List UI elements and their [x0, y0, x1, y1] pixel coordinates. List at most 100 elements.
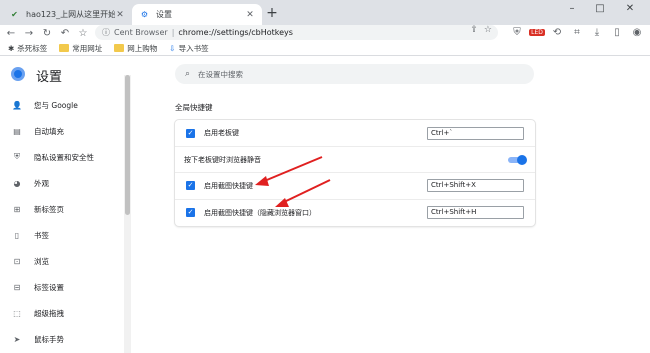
sidebar-item-label: 自动填充	[34, 126, 64, 136]
screenshot-hotkey-input[interactable]: Ctrl+Shift+X	[427, 179, 524, 192]
gear-icon: ⚙	[140, 10, 149, 19]
crop-icon[interactable]: ⌗	[570, 25, 584, 39]
sidebar-item-label: 超级拖拽	[34, 308, 64, 318]
bookmark-common-sites[interactable]: 常用网址	[59, 43, 102, 54]
bookmark-label: 导入书签	[178, 43, 209, 53]
section-title: 全局快捷键	[175, 103, 213, 112]
back-icon[interactable]: ←	[4, 26, 18, 40]
row-mute-on-boss-key: 按下老板键时浏览器静音	[175, 146, 535, 172]
new-tab-button[interactable]: +	[264, 5, 280, 21]
cent-browser-logo-icon	[11, 67, 25, 81]
omnibox-actions: ⇪ ☆	[470, 25, 492, 35]
sidebar-item-label: 外观	[34, 178, 49, 188]
row-label: 启用老板键	[204, 129, 239, 137]
sidebar-item-label: 标签设置	[34, 282, 64, 292]
settings-search-input[interactable]: ⌕ 在设置中搜索	[175, 64, 534, 84]
sidebar-item-label: 浏览	[34, 256, 49, 266]
sidebar-item-label: 鼠标手势	[34, 334, 64, 344]
drag-icon: ⬚	[13, 308, 21, 318]
bookmark-kill-tab[interactable]: ✱ 杀死标签	[8, 43, 47, 54]
download-icon[interactable]: ⤓	[590, 25, 604, 39]
shield-extension-icon[interactable]: ⛨	[510, 25, 524, 39]
row-label: 按下老板键时浏览器静音	[184, 155, 261, 164]
browse-icon: ⊡	[13, 256, 21, 266]
folder-icon	[114, 44, 125, 52]
minimize-icon[interactable]: –	[562, 3, 582, 14]
toolbar: ← → ↻ ↶ ☆ ⓘ Cent Browser | chrome://sett…	[0, 25, 650, 41]
sidebar-toggle-icon[interactable]: ▯	[610, 25, 624, 39]
bookmark-label: 网上购物	[127, 43, 158, 53]
hotkeys-card: ✓ 启用老板键 Ctrl+` 按下老板键时浏览器静音 ✓ 启用截图快捷键 Ctr…	[175, 120, 535, 226]
row-boss-key: ✓ 启用老板键 Ctrl+`	[175, 120, 535, 146]
sidebar-item-privacy[interactable]: ⛨ 隐私设置和安全性	[0, 145, 124, 169]
sidebar-item-mouse-gestures[interactable]: ➤ 鼠标手势	[0, 327, 124, 351]
sidebar-item-browse[interactable]: ⊡ 浏览	[0, 249, 124, 273]
row-screenshot-hotkey: ✓ 启用截图快捷键 Ctrl+Shift+X	[175, 172, 535, 198]
rotate-icon[interactable]: ⟲	[550, 25, 564, 39]
address-bar[interactable]: ⓘ Cent Browser | chrome://settings/cbHot…	[95, 25, 498, 40]
info-icon[interactable]: ⓘ	[101, 26, 111, 40]
hao123-favicon-icon: ✔	[11, 10, 18, 19]
bookmark-star-icon[interactable]: ☆	[484, 25, 492, 35]
screenshot-hotkey-checkbox[interactable]: ✓	[186, 181, 195, 190]
extension-badge: LED	[529, 28, 545, 36]
address-host: Cent Browser	[114, 28, 168, 37]
sidebar-item-label: 隐私设置和安全性	[34, 152, 94, 162]
sidebar-item-appearance[interactable]: ◕ 外观	[0, 171, 124, 195]
bookmark-import[interactable]: ⇩ 导入书签	[169, 43, 208, 54]
import-icon: ⇩	[169, 43, 176, 53]
boss-key-hotkey-input[interactable]: Ctrl+`	[427, 126, 524, 140]
sidebar-item-tab-settings[interactable]: ⊟ 标签设置	[0, 275, 124, 299]
forward-icon[interactable]: →	[22, 26, 36, 40]
tab-strip: ✔ hao123_上网从这里开始 ✕ ⚙ 设置 ✕ + – □ ✕	[0, 0, 650, 25]
address-separator: |	[171, 28, 175, 37]
sidebar-item-you-and-google[interactable]: 👤 您与 Google	[0, 93, 124, 117]
extension-area: ⛨ LED ⟲ ⌗ ⤓ ▯ ◉ ⋮	[510, 25, 650, 39]
sidebar-item-new-tab-page[interactable]: ⊞ 新标签页	[0, 197, 124, 221]
shield-icon: ⛨	[14, 152, 20, 161]
settings-header: 设置 ⌕ 在设置中搜索	[0, 56, 650, 93]
tab-close-icon[interactable]: ✕	[245, 10, 255, 20]
tab-close-icon[interactable]: ✕	[115, 10, 125, 20]
palette-icon: ◕	[13, 178, 21, 188]
clipboard-icon: ▤	[13, 126, 21, 136]
address-url: chrome://settings/cbHotkeys	[178, 28, 293, 37]
reload-icon[interactable]: ↻	[40, 26, 54, 40]
page-title: 设置	[36, 70, 63, 85]
star-icon[interactable]: ☆	[76, 26, 90, 40]
bookmark-label: 常用网址	[72, 43, 103, 53]
bookmark-shopping[interactable]: 网上购物	[114, 43, 157, 54]
sidebar-item-label: 书签	[34, 230, 49, 240]
row-label: 启用截图快捷键（隐藏浏览器窗口）	[204, 208, 316, 217]
bookmark-icon: ▯	[14, 230, 20, 240]
folder-icon	[59, 44, 70, 52]
close-window-icon[interactable]: ✕	[620, 3, 640, 14]
maximize-icon[interactable]: □	[590, 3, 610, 14]
screenshot-hide-hotkey-checkbox[interactable]: ✓	[186, 208, 195, 217]
sidebar-scrollbar[interactable]	[124, 75, 131, 353]
tab-title: 设置	[156, 10, 172, 19]
tab-settings[interactable]: ⚙ 设置 ✕	[132, 4, 262, 25]
sidebar-item-autofill[interactable]: ▤ 自动填充	[0, 119, 124, 143]
tab-settings-icon: ⊟	[13, 282, 21, 292]
scrollbar-thumb[interactable]	[125, 75, 130, 215]
mute-toggle[interactable]	[508, 154, 527, 165]
led-extension-icon[interactable]: LED	[529, 25, 545, 39]
settings-sidebar: 👤 您与 Google ▤ 自动填充 ⛨ 隐私设置和安全性 ◕ 外观 ⊞ 新标签…	[0, 93, 124, 353]
sidebar-item-super-drag[interactable]: ⬚ 超级拖拽	[0, 301, 124, 325]
search-placeholder: 在设置中搜索	[198, 69, 244, 79]
sidebar-item-label: 您与 Google	[34, 100, 78, 110]
cursor-icon: ➤	[13, 334, 21, 344]
screenshot-hide-hotkey-input[interactable]: Ctrl+Shift+H	[427, 206, 524, 219]
bookmark-label: 杀死标签	[17, 43, 48, 53]
boss-key-checkbox[interactable]: ✓	[186, 128, 195, 138]
profile-avatar-icon[interactable]: ◉	[630, 25, 644, 39]
share-icon[interactable]: ⇪	[470, 25, 478, 35]
undo-close-icon[interactable]: ↶	[58, 26, 72, 40]
row-label: 启用截图快捷键	[204, 181, 253, 190]
kill-tab-icon: ✱	[8, 43, 15, 53]
row-screenshot-hide-hotkey: ✓ 启用截图快捷键（隐藏浏览器窗口） Ctrl+Shift+H	[175, 199, 535, 225]
sidebar-item-bookmarks[interactable]: ▯ 书签	[0, 223, 124, 247]
person-icon: 👤	[12, 100, 22, 110]
tab-hao123[interactable]: ✔ hao123_上网从这里开始 ✕	[2, 4, 132, 25]
